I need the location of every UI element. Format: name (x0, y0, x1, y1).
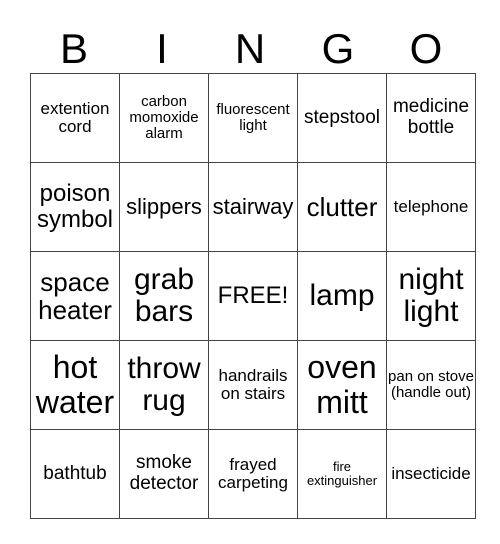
bingo-cell[interactable]: throw rug (119, 340, 209, 430)
bingo-cell[interactable]: fluorescent light (208, 73, 298, 163)
bingo-cell[interactable]: slippers (119, 162, 209, 252)
header-letter-o: O (409, 25, 443, 72)
bingo-cell[interactable]: stairway (208, 162, 298, 252)
bingo-cell[interactable]: oven mitt (297, 340, 387, 430)
grid-row: extention cord carbon momoxide alarm flu… (30, 73, 476, 163)
bingo-cell[interactable]: space heater (30, 251, 120, 341)
bingo-cell[interactable]: fire extinguisher (297, 429, 387, 519)
bingo-cell[interactable]: night light (386, 251, 476, 341)
bingo-cell[interactable]: hot water (30, 340, 120, 430)
grid-row: poison symbol slippers stairway clutter … (30, 162, 476, 252)
bingo-cell[interactable]: handrails on stairs (208, 340, 298, 430)
bingo-cell[interactable]: extention cord (30, 73, 120, 163)
bingo-cell[interactable]: clutter (297, 162, 387, 252)
grid-row: space heater grab bars FREE! lamp night … (30, 251, 476, 341)
bingo-cell[interactable]: carbon momoxide alarm (119, 73, 209, 163)
bingo-cell[interactable]: smoke detector (119, 429, 209, 519)
bingo-cell[interactable]: medicine bottle (386, 73, 476, 163)
grid-row: hot water throw rug handrails on stairs … (30, 340, 476, 430)
bingo-cell[interactable]: grab bars (119, 251, 209, 341)
bingo-cell[interactable]: pan on stove (handle out) (386, 340, 476, 430)
bingo-cell[interactable]: poison symbol (30, 162, 120, 252)
bingo-cell[interactable]: telephone (386, 162, 476, 252)
bingo-cell[interactable]: lamp (297, 251, 387, 341)
grid-row: bathtub smoke detector frayed carpeting … (30, 429, 476, 519)
bingo-cell[interactable]: stepstool (297, 73, 387, 163)
bingo-cell[interactable]: insecticide (386, 429, 476, 519)
bingo-grid: extention cord carbon momoxide alarm flu… (30, 73, 476, 519)
header-letter-i: I (156, 25, 168, 72)
header-letter-n: N (234, 25, 266, 72)
header-letter-b: B (59, 25, 88, 72)
free-space-cell[interactable]: FREE! (208, 251, 298, 341)
bingo-cell[interactable]: frayed carpeting (208, 429, 298, 519)
bingo-cell[interactable]: bathtub (30, 429, 120, 519)
bingo-header: B I N G O (30, 26, 470, 72)
header-letter-g: G (321, 25, 355, 72)
